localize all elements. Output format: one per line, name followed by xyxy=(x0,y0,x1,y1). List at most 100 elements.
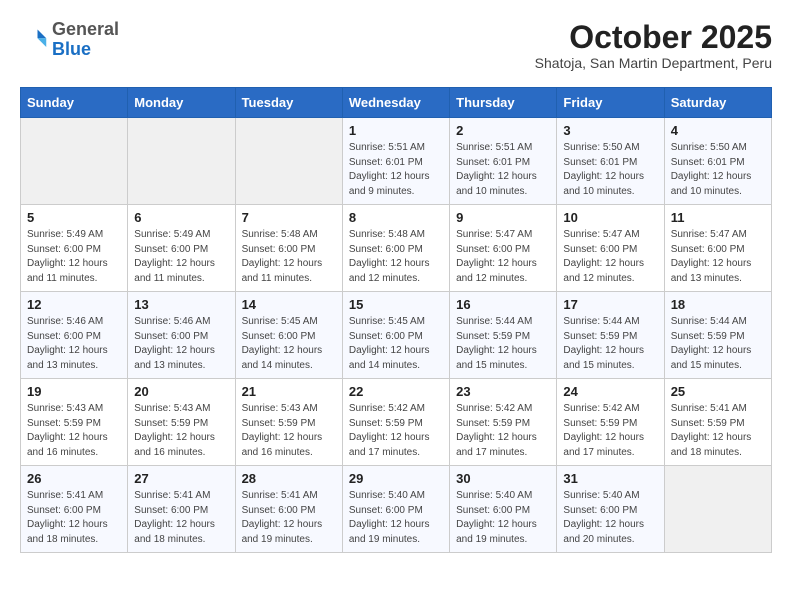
day-number: 28 xyxy=(242,471,336,486)
day-number: 12 xyxy=(27,297,121,312)
day-number: 1 xyxy=(349,123,443,138)
calendar-cell: 27Sunrise: 5:41 AM Sunset: 6:00 PM Dayli… xyxy=(128,466,235,553)
calendar-table: SundayMondayTuesdayWednesdayThursdayFrid… xyxy=(20,87,772,553)
weekday-header-thursday: Thursday xyxy=(450,88,557,118)
day-info: Sunrise: 5:50 AM Sunset: 6:01 PM Dayligh… xyxy=(671,141,765,199)
calendar-cell: 1 Sunrise: 5:51 AM Sunset: 6:01 PM Daylig… xyxy=(342,118,449,205)
day-number: 15 xyxy=(349,297,443,312)
day-info: Sunrise: 5:44 AM Sunset: 5:59 PM Dayligh… xyxy=(671,315,765,373)
calendar-week-3: 12 Sunrise: 5:46 AM Sunset: 6:00 PM Dayli… xyxy=(21,292,772,379)
calendar-week-4: 19 Sunrise: 5:43 AM Sunset: 5:59 PM Dayli… xyxy=(21,379,772,466)
day-number: 4 xyxy=(671,123,765,138)
day-number: 11 xyxy=(671,210,765,225)
calendar-cell xyxy=(21,118,128,205)
day-number: 31 xyxy=(563,471,657,486)
day-info: Sunrise: 5:48 AM Sunset: 6:00 PM Dayligh… xyxy=(349,228,443,286)
month-title: October 2025 xyxy=(535,20,772,55)
day-number: 23 xyxy=(456,384,550,399)
weekday-header-tuesday: Tuesday xyxy=(235,88,342,118)
day-info: Sunrise: 5:45 AM Sunset: 6:00 PM Dayligh… xyxy=(349,315,443,373)
day-info: Sunrise: 5:41 AM Sunset: 6:00 PM Dayligh… xyxy=(242,489,336,547)
calendar-cell: 20 Sunrise: 5:43 AM Sunset: 5:59 PM Dayli… xyxy=(128,379,235,466)
weekday-header-monday: Monday xyxy=(128,88,235,118)
day-number: 9 xyxy=(456,210,550,225)
day-number: 3 xyxy=(563,123,657,138)
day-number: 25 xyxy=(671,384,765,399)
weekday-header-saturday: Saturday xyxy=(664,88,771,118)
day-number: 17 xyxy=(563,297,657,312)
day-number: 5 xyxy=(27,210,121,225)
calendar-cell xyxy=(235,118,342,205)
day-info: Sunrise: 5:45 AM Sunset: 6:00 PM Dayligh… xyxy=(242,315,336,373)
day-number: 26 xyxy=(27,471,121,486)
day-info: Sunrise: 5:40 AM Sunset: 6:00 PM Dayligh… xyxy=(349,489,443,547)
calendar-cell: 12 Sunrise: 5:46 AM Sunset: 6:00 PM Dayli… xyxy=(21,292,128,379)
calendar-cell: 31Sunrise: 5:40 AM Sunset: 6:00 PM Dayli… xyxy=(557,466,664,553)
day-info: Sunrise: 5:50 AM Sunset: 6:01 PM Dayligh… xyxy=(563,141,657,199)
calendar-cell: 22 Sunrise: 5:42 AM Sunset: 5:59 PM Dayli… xyxy=(342,379,449,466)
day-number: 21 xyxy=(242,384,336,399)
day-number: 30 xyxy=(456,471,550,486)
calendar-cell: 23Sunrise: 5:42 AM Sunset: 5:59 PM Dayli… xyxy=(450,379,557,466)
calendar-cell: 6Sunrise: 5:49 AM Sunset: 6:00 PM Daylig… xyxy=(128,205,235,292)
day-number: 24 xyxy=(563,384,657,399)
calendar-cell xyxy=(128,118,235,205)
weekday-header-wednesday: Wednesday xyxy=(342,88,449,118)
title-block: October 2025 Shatoja, San Martin Departm… xyxy=(535,20,772,71)
calendar-cell: 11 Sunrise: 5:47 AM Sunset: 6:00 PM Dayli… xyxy=(664,205,771,292)
day-number: 7 xyxy=(242,210,336,225)
day-info: Sunrise: 5:47 AM Sunset: 6:00 PM Dayligh… xyxy=(671,228,765,286)
day-number: 22 xyxy=(349,384,443,399)
calendar-cell: 4 Sunrise: 5:50 AM Sunset: 6:01 PM Daylig… xyxy=(664,118,771,205)
day-number: 13 xyxy=(134,297,228,312)
logo-icon xyxy=(20,26,48,54)
day-info: Sunrise: 5:44 AM Sunset: 5:59 PM Dayligh… xyxy=(563,315,657,373)
calendar-cell: 8 Sunrise: 5:48 AM Sunset: 6:00 PM Daylig… xyxy=(342,205,449,292)
day-number: 10 xyxy=(563,210,657,225)
logo-text: General Blue xyxy=(52,20,119,60)
calendar-cell: 15 Sunrise: 5:45 AM Sunset: 6:00 PM Dayli… xyxy=(342,292,449,379)
calendar-cell xyxy=(664,466,771,553)
day-info: Sunrise: 5:51 AM Sunset: 6:01 PM Dayligh… xyxy=(349,141,443,199)
calendar-cell: 5 Sunrise: 5:49 AM Sunset: 6:00 PM Daylig… xyxy=(21,205,128,292)
day-info: Sunrise: 5:47 AM Sunset: 6:00 PM Dayligh… xyxy=(456,228,550,286)
calendar-cell: 28 Sunrise: 5:41 AM Sunset: 6:00 PM Dayli… xyxy=(235,466,342,553)
day-number: 27 xyxy=(134,471,228,486)
calendar-cell: 10Sunrise: 5:47 AM Sunset: 6:00 PM Dayli… xyxy=(557,205,664,292)
day-info: Sunrise: 5:41 AM Sunset: 5:59 PM Dayligh… xyxy=(671,402,765,460)
day-info: Sunrise: 5:43 AM Sunset: 5:59 PM Dayligh… xyxy=(134,402,228,460)
calendar-cell: 13 Sunrise: 5:46 AM Sunset: 6:00 PM Dayli… xyxy=(128,292,235,379)
weekday-header-friday: Friday xyxy=(557,88,664,118)
calendar-cell: 21 Sunrise: 5:43 AM Sunset: 5:59 PM Dayli… xyxy=(235,379,342,466)
day-info: Sunrise: 5:43 AM Sunset: 5:59 PM Dayligh… xyxy=(242,402,336,460)
calendar-cell: 25 Sunrise: 5:41 AM Sunset: 5:59 PM Dayli… xyxy=(664,379,771,466)
calendar-cell: 3 Sunrise: 5:50 AM Sunset: 6:01 PM Daylig… xyxy=(557,118,664,205)
calendar-cell: 29 Sunrise: 5:40 AM Sunset: 6:00 PM Dayli… xyxy=(342,466,449,553)
calendar-cell: 2 Sunrise: 5:51 AM Sunset: 6:01 PM Daylig… xyxy=(450,118,557,205)
day-info: Sunrise: 5:44 AM Sunset: 5:59 PM Dayligh… xyxy=(456,315,550,373)
day-info: Sunrise: 5:46 AM Sunset: 6:00 PM Dayligh… xyxy=(27,315,121,373)
calendar-cell: 19 Sunrise: 5:43 AM Sunset: 5:59 PM Dayli… xyxy=(21,379,128,466)
calendar-week-1: 1 Sunrise: 5:51 AM Sunset: 6:01 PM Daylig… xyxy=(21,118,772,205)
page-header: General Blue October 2025 Shatoja, San M… xyxy=(20,20,772,71)
day-number: 8 xyxy=(349,210,443,225)
day-info: Sunrise: 5:42 AM Sunset: 5:59 PM Dayligh… xyxy=(563,402,657,460)
day-info: Sunrise: 5:40 AM Sunset: 6:00 PM Dayligh… xyxy=(456,489,550,547)
day-info: Sunrise: 5:49 AM Sunset: 6:00 PM Dayligh… xyxy=(27,228,121,286)
weekday-header-row: SundayMondayTuesdayWednesdayThursdayFrid… xyxy=(21,88,772,118)
day-info: Sunrise: 5:41 AM Sunset: 6:00 PM Dayligh… xyxy=(27,489,121,547)
day-info: Sunrise: 5:46 AM Sunset: 6:00 PM Dayligh… xyxy=(134,315,228,373)
day-number: 16 xyxy=(456,297,550,312)
day-info: Sunrise: 5:51 AM Sunset: 6:01 PM Dayligh… xyxy=(456,141,550,199)
day-info: Sunrise: 5:42 AM Sunset: 5:59 PM Dayligh… xyxy=(349,402,443,460)
calendar-cell: 18Sunrise: 5:44 AM Sunset: 5:59 PM Dayli… xyxy=(664,292,771,379)
day-number: 29 xyxy=(349,471,443,486)
calendar-cell: 14Sunrise: 5:45 AM Sunset: 6:00 PM Dayli… xyxy=(235,292,342,379)
weekday-header-sunday: Sunday xyxy=(21,88,128,118)
day-number: 19 xyxy=(27,384,121,399)
day-number: 20 xyxy=(134,384,228,399)
logo: General Blue xyxy=(20,20,119,60)
calendar-cell: 26 Sunrise: 5:41 AM Sunset: 6:00 PM Dayli… xyxy=(21,466,128,553)
day-info: Sunrise: 5:43 AM Sunset: 5:59 PM Dayligh… xyxy=(27,402,121,460)
day-number: 2 xyxy=(456,123,550,138)
